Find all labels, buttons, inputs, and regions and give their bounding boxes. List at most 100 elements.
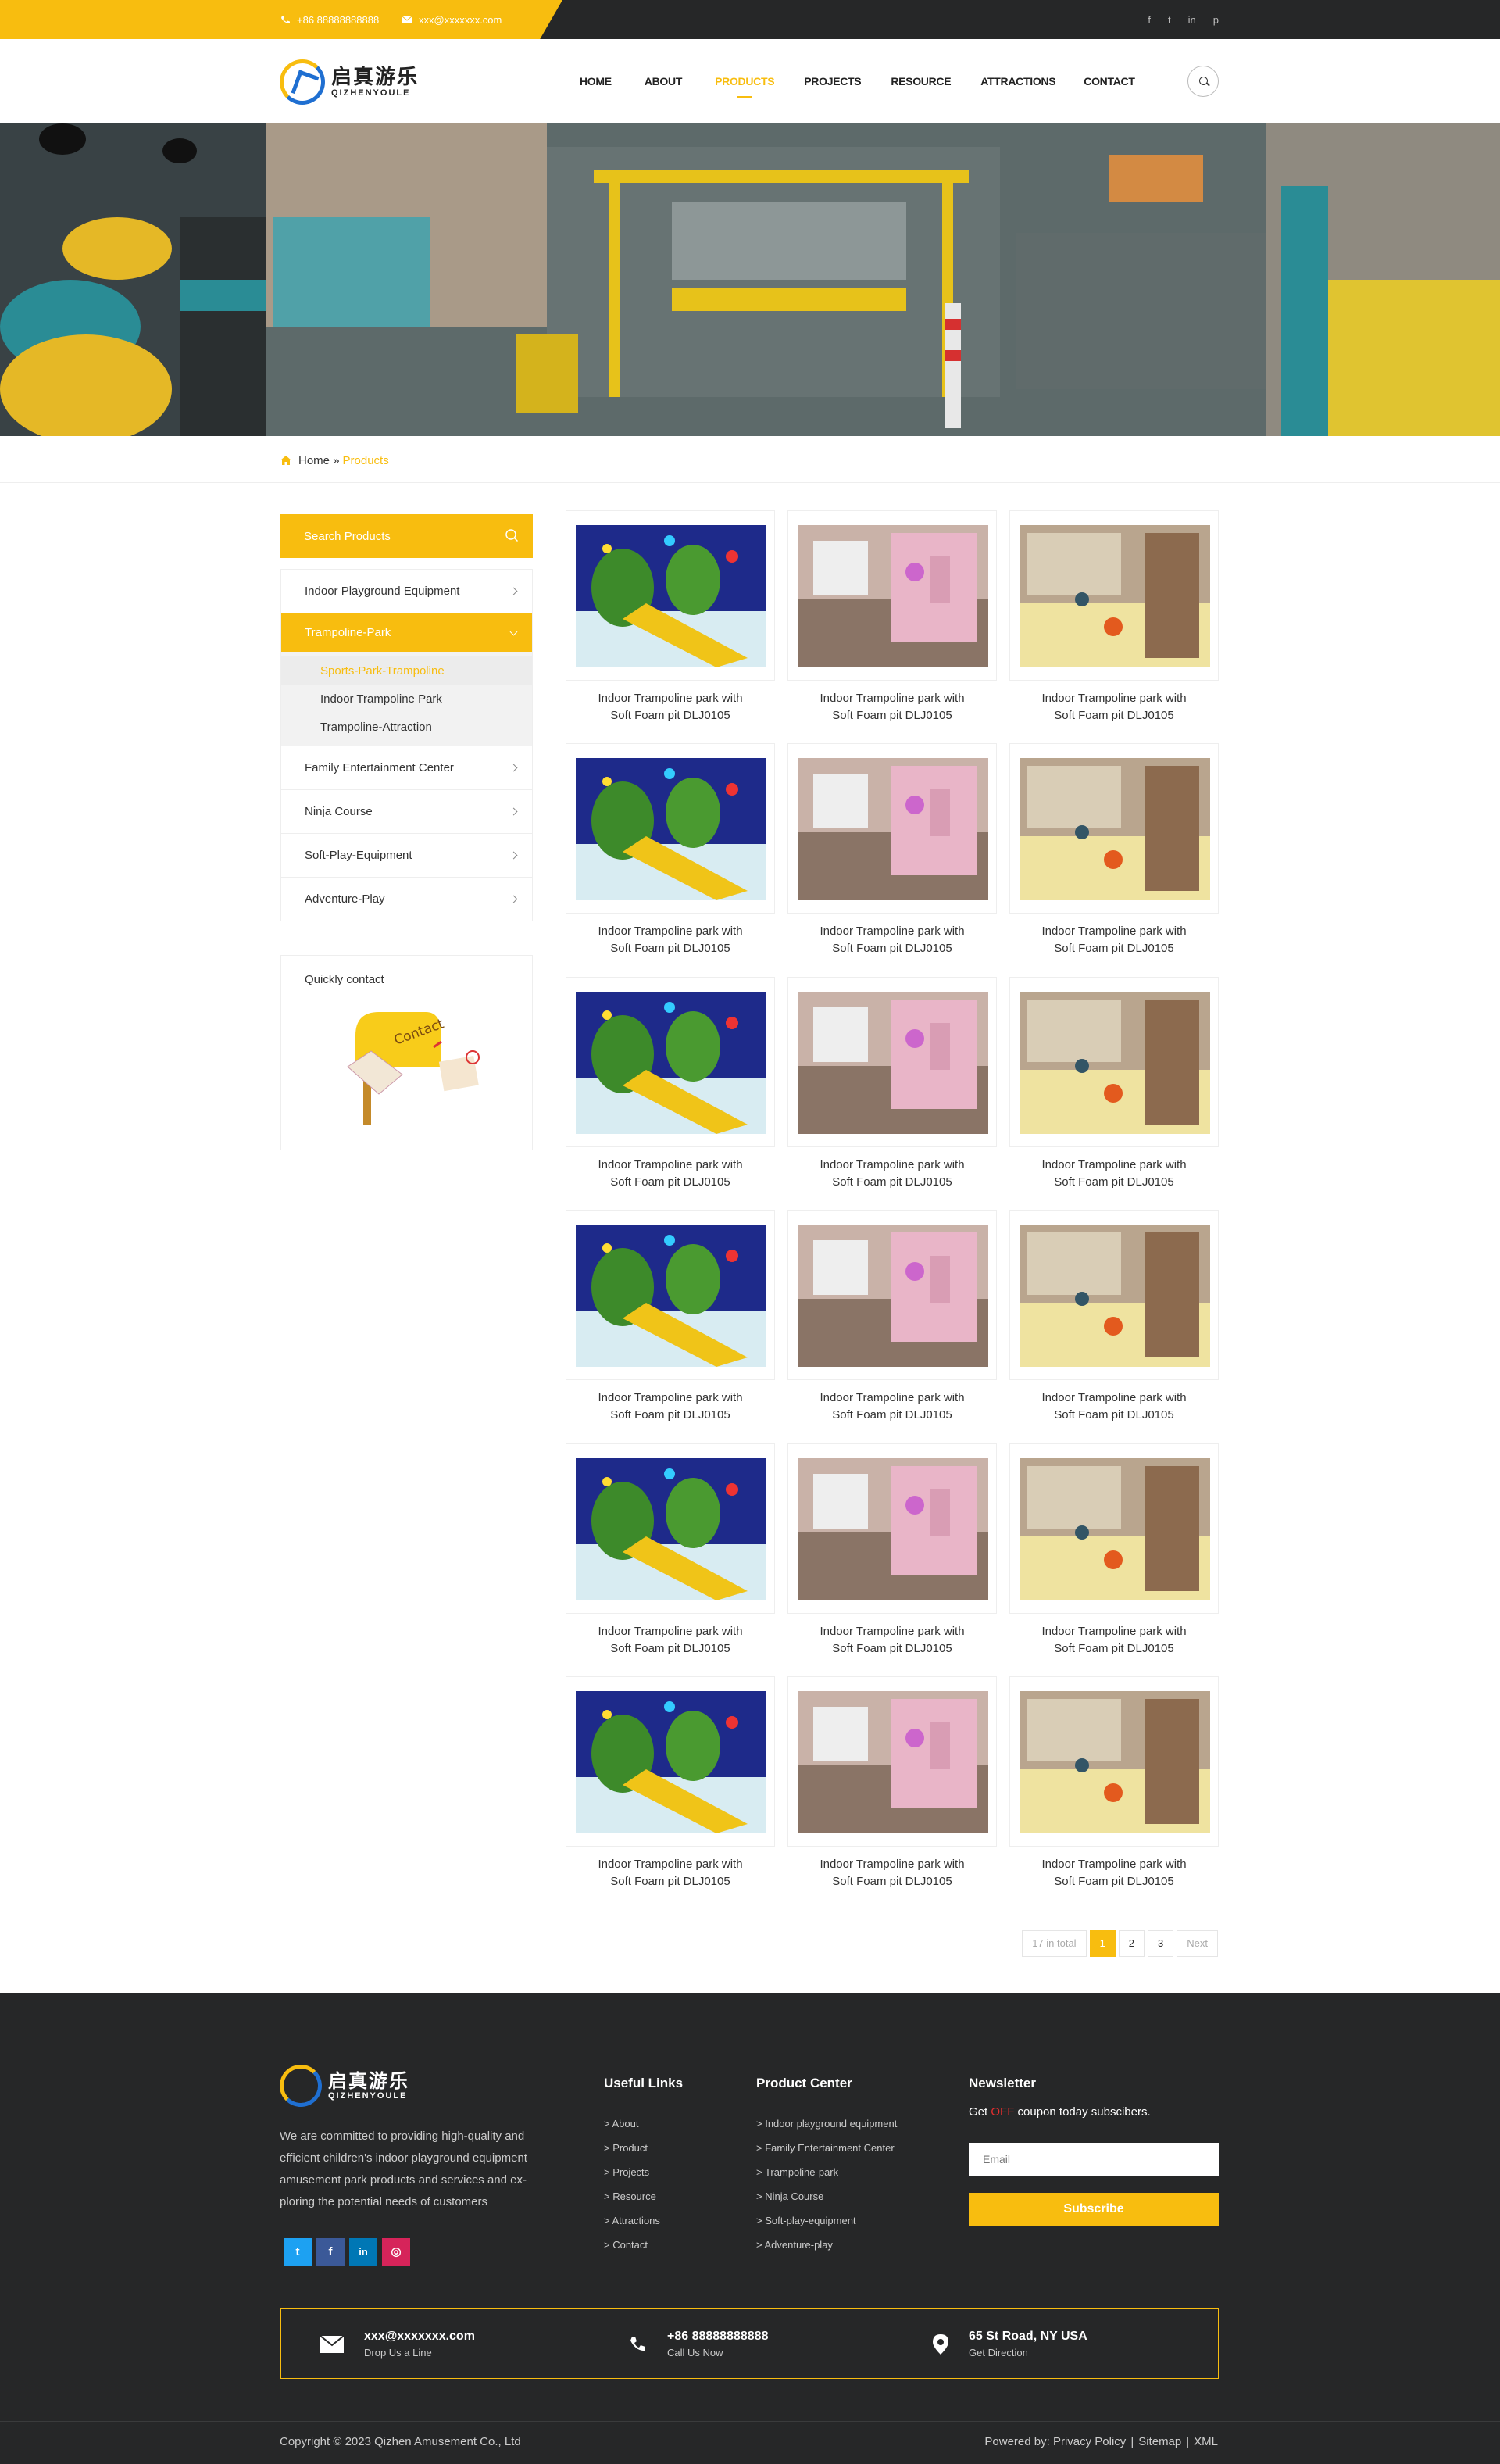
product-image[interactable] bbox=[788, 1443, 997, 1614]
newsletter-email-input[interactable] bbox=[969, 2143, 1219, 2176]
footer-link-product[interactable]: > Product bbox=[604, 2136, 683, 2160]
footer-product-link[interactable]: > Trampoline-park bbox=[756, 2160, 897, 2184]
footer-link-projects[interactable]: > Projects bbox=[604, 2160, 683, 2184]
contact-address[interactable]: 65 St Road, NY USA Get Direction bbox=[933, 2309, 1088, 2380]
page-2-button[interactable]: 2 bbox=[1118, 1930, 1145, 1957]
contact-phone[interactable]: +86 88888888888 Call Us Now bbox=[628, 2309, 768, 2380]
product-thumbnail bbox=[1020, 1225, 1210, 1367]
contact-email[interactable]: xxx@xxxxxxx.com Drop Us a Line bbox=[320, 2309, 475, 2380]
product-image[interactable] bbox=[566, 510, 775, 681]
product-image[interactable] bbox=[566, 743, 775, 914]
subscribe-button[interactable]: Subscribe bbox=[969, 2193, 1219, 2226]
product-title-line1: Indoor Trampoline park with bbox=[1041, 1625, 1187, 1638]
linkedin-icon[interactable]: in bbox=[1188, 14, 1196, 26]
page-1-button[interactable]: 1 bbox=[1089, 1930, 1116, 1957]
product-title[interactable]: Indoor Trampoline park with Soft Foam pit… bbox=[788, 923, 997, 957]
product-thumbnail bbox=[1020, 758, 1210, 900]
product-image[interactable] bbox=[566, 1676, 775, 1847]
nav-resource[interactable]: RESOURCE bbox=[891, 75, 951, 88]
product-image[interactable] bbox=[788, 1676, 997, 1847]
product-image[interactable] bbox=[1009, 743, 1219, 914]
footer-link-attractions[interactable]: > Attractions bbox=[604, 2208, 683, 2233]
sidebar-item-family-entertainment[interactable]: Family Entertainment Center bbox=[281, 746, 532, 789]
search-icon[interactable] bbox=[1188, 66, 1219, 97]
product-image[interactable] bbox=[1009, 510, 1219, 681]
facebook-icon[interactable]: f bbox=[316, 2238, 345, 2266]
twitter-icon[interactable]: t bbox=[1168, 14, 1171, 26]
product-title[interactable]: Indoor Trampoline park with Soft Foam pit… bbox=[566, 1157, 775, 1191]
footer-product-link[interactable]: > Indoor playground equipment bbox=[756, 2112, 897, 2136]
nav-products[interactable]: PRODUCTS bbox=[715, 75, 775, 98]
product-title[interactable]: Indoor Trampoline park with Soft Foam pit… bbox=[788, 690, 997, 724]
quick-contact[interactable]: Quickly contact Contact bbox=[280, 955, 533, 1150]
product-image[interactable] bbox=[1009, 977, 1219, 1147]
site-logo[interactable]: 启真游乐 QIZHENYOULE bbox=[280, 59, 419, 105]
next-page-button[interactable]: Next bbox=[1177, 1930, 1218, 1957]
product-title[interactable]: Indoor Trampoline park with Soft Foam pit… bbox=[788, 1157, 997, 1191]
footer-product-link[interactable]: > Ninja Course bbox=[756, 2184, 897, 2208]
breadcrumb-home[interactable]: Home bbox=[298, 454, 330, 467]
product-title[interactable]: Indoor Trampoline park with Soft Foam pit… bbox=[566, 690, 775, 724]
footer-link-about[interactable]: > About bbox=[604, 2112, 683, 2136]
footer-link-contact[interactable]: > Contact bbox=[604, 2233, 683, 2257]
product-title[interactable]: Indoor Trampoline park with Soft Foam pit… bbox=[566, 1856, 775, 1890]
pagination-total: 17 in total bbox=[1022, 1930, 1087, 1957]
product-thumbnail bbox=[576, 1691, 766, 1833]
top-email[interactable]: xxx@xxxxxxx.com bbox=[402, 0, 502, 39]
footer-link-resource[interactable]: > Resource bbox=[604, 2184, 683, 2208]
sidebar-item-soft-play[interactable]: Soft-Play-Equipment bbox=[281, 833, 532, 877]
product-image[interactable] bbox=[1009, 1676, 1219, 1847]
sidebar-search[interactable]: Search Products bbox=[280, 514, 533, 558]
product-title[interactable]: Indoor Trampoline park with Soft Foam pit… bbox=[788, 1389, 997, 1424]
nav-about[interactable]: ABOUT bbox=[645, 75, 683, 88]
sidebar-subitem-trampoline-attraction[interactable]: Trampoline-Attraction bbox=[281, 713, 532, 741]
sitemap-link[interactable]: Sitemap bbox=[1138, 2435, 1181, 2448]
nav-home[interactable]: HOME bbox=[580, 75, 612, 88]
product-title[interactable]: Indoor Trampoline park with Soft Foam pit… bbox=[1009, 1623, 1219, 1658]
product-image[interactable] bbox=[1009, 1443, 1219, 1614]
xml-link[interactable]: XML bbox=[1194, 2435, 1218, 2448]
facebook-icon[interactable]: f bbox=[1148, 14, 1151, 26]
sidebar-item-adventure-play[interactable]: Adventure-Play bbox=[281, 877, 532, 921]
product-title[interactable]: Indoor Trampoline park with Soft Foam pit… bbox=[566, 1389, 775, 1424]
footer-product-link[interactable]: > Soft-play-equipment bbox=[756, 2208, 897, 2233]
product-title[interactable]: Indoor Trampoline park with Soft Foam pit… bbox=[788, 1856, 997, 1890]
product-image[interactable] bbox=[788, 743, 997, 914]
breadcrumb-current[interactable]: Products bbox=[343, 454, 389, 467]
nav-contact[interactable]: CONTACT bbox=[1084, 75, 1135, 88]
linkedin-icon[interactable]: in bbox=[349, 2238, 377, 2266]
product-title[interactable]: Indoor Trampoline park with Soft Foam pit… bbox=[566, 923, 775, 957]
product-title[interactable]: Indoor Trampoline park with Soft Foam pit… bbox=[1009, 1157, 1219, 1191]
product-title[interactable]: Indoor Trampoline park with Soft Foam pit… bbox=[1009, 1856, 1219, 1890]
footer-product-link[interactable]: > Adventure-play bbox=[756, 2233, 897, 2257]
product-title[interactable]: Indoor Trampoline park with Soft Foam pit… bbox=[1009, 690, 1219, 724]
sidebar-item-indoor-playground[interactable]: Indoor Playground Equipment bbox=[281, 569, 532, 613]
nav-attractions[interactable]: ATTRACTIONS bbox=[980, 75, 1055, 88]
sidebar-item-ninja-course[interactable]: Ninja Course bbox=[281, 789, 532, 833]
product-image[interactable] bbox=[788, 1210, 997, 1380]
product-title-line1: Indoor Trampoline park with bbox=[1041, 924, 1187, 938]
sidebar-subitem-indoor-trampoline[interactable]: Indoor Trampoline Park bbox=[281, 685, 532, 713]
product-title[interactable]: Indoor Trampoline park with Soft Foam pit… bbox=[1009, 923, 1219, 957]
product-image[interactable] bbox=[566, 1210, 775, 1380]
product-title[interactable]: Indoor Trampoline park with Soft Foam pit… bbox=[566, 1623, 775, 1658]
product-image[interactable] bbox=[788, 977, 997, 1147]
product-image[interactable] bbox=[1009, 1210, 1219, 1380]
product-title[interactable]: Indoor Trampoline park with Soft Foam pit… bbox=[788, 1623, 997, 1658]
pinterest-icon[interactable]: p bbox=[1213, 14, 1219, 26]
privacy-policy-link[interactable]: Privacy Policy bbox=[1053, 2435, 1126, 2448]
nav-projects[interactable]: PROJECTS bbox=[804, 75, 861, 88]
twitter-icon[interactable]: t bbox=[284, 2238, 312, 2266]
footer-logo[interactable]: 启真游乐 QIZHENYOULE bbox=[280, 2065, 409, 2107]
sidebar-subitem-sports-park[interactable]: Sports-Park-Trampoline bbox=[281, 656, 532, 685]
page-3-button[interactable]: 3 bbox=[1148, 1930, 1174, 1957]
product-image[interactable] bbox=[788, 510, 997, 681]
top-phone[interactable]: +86 88888888888 bbox=[280, 0, 379, 39]
sidebar-item-trampoline-park[interactable]: Trampoline-Park bbox=[281, 613, 532, 652]
product-image[interactable] bbox=[566, 1443, 775, 1614]
product-image[interactable] bbox=[566, 977, 775, 1147]
instagram-icon[interactable]: ◎ bbox=[382, 2238, 410, 2266]
product-title[interactable]: Indoor Trampoline park with Soft Foam pit… bbox=[1009, 1389, 1219, 1424]
footer-product-link[interactable]: > Family Entertainment Center bbox=[756, 2136, 897, 2160]
product-title-line1: Indoor Trampoline park with bbox=[598, 1858, 743, 1871]
